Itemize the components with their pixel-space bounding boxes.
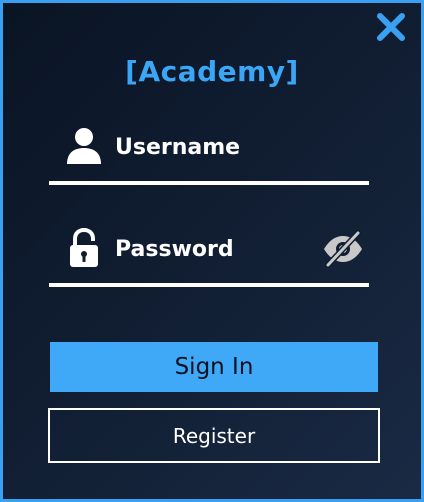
- sign-in-button[interactable]: Sign In: [50, 342, 378, 392]
- eye-slash-icon: [324, 230, 362, 268]
- register-button[interactable]: Register: [48, 408, 380, 463]
- username-underline: [49, 181, 369, 185]
- close-button[interactable]: [375, 11, 407, 43]
- username-input[interactable]: [115, 127, 315, 167]
- password-visibility-toggle[interactable]: [321, 229, 365, 269]
- close-icon: [377, 13, 405, 41]
- login-window: [Academy] Sign In Register: [0, 0, 424, 502]
- username-field: [49, 123, 369, 185]
- user-icon: [67, 128, 101, 164]
- app-title: [Academy]: [125, 55, 299, 88]
- password-field: [49, 225, 369, 287]
- lock-icon: [70, 228, 98, 267]
- password-input[interactable]: [115, 229, 315, 269]
- password-underline: [49, 283, 369, 287]
